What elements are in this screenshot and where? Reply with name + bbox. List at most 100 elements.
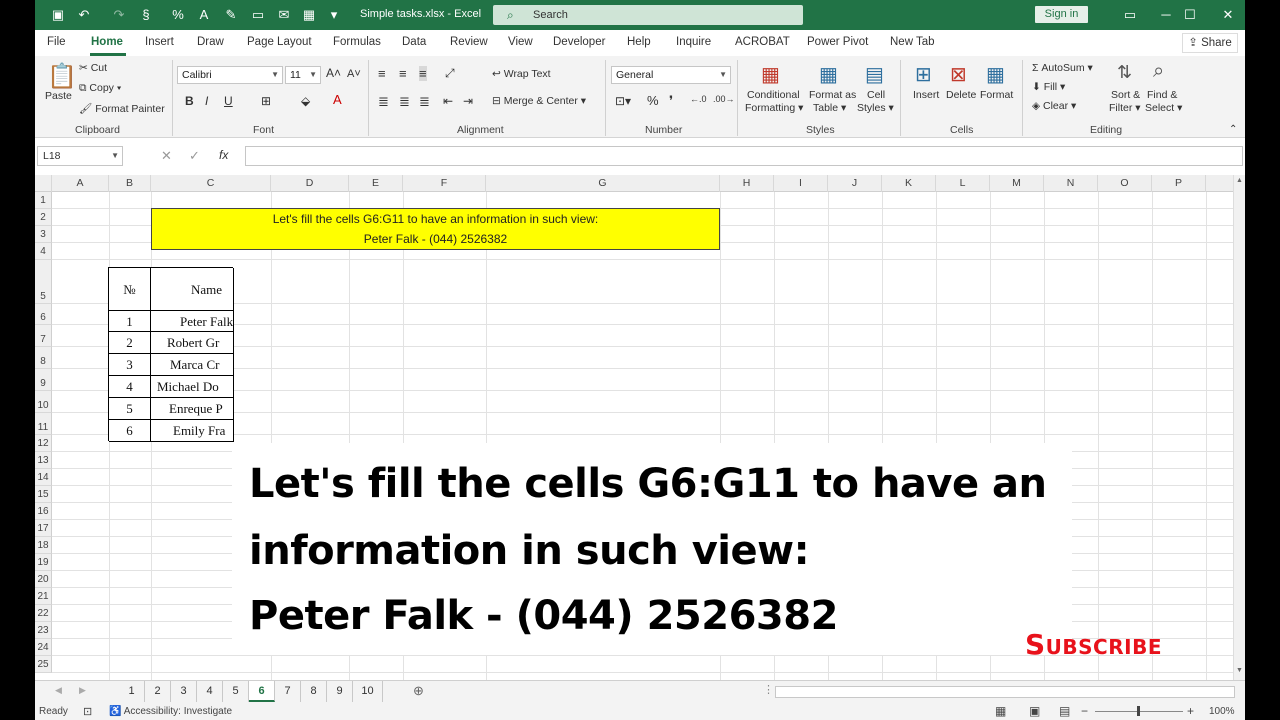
format-as-table-line2[interactable]: Table ▾ bbox=[813, 102, 846, 114]
row-header[interactable]: 14 bbox=[35, 469, 52, 486]
number-format-select[interactable]: General ▼ bbox=[611, 66, 731, 84]
customize-qat-icon[interactable]: ▾ bbox=[325, 6, 343, 24]
vertical-scrollbar[interactable]: ▲ ▼ bbox=[1233, 175, 1245, 680]
tab-help[interactable]: Help bbox=[627, 36, 651, 48]
accessibility-status[interactable]: ♿ Accessibility: Investigate bbox=[109, 706, 232, 717]
align-right-icon[interactable]: ≣ bbox=[419, 94, 430, 110]
tab-file[interactable]: File bbox=[47, 36, 66, 48]
col-header-p[interactable]: P bbox=[1152, 175, 1206, 192]
increase-indent-icon[interactable]: ⇥ bbox=[463, 94, 473, 108]
align-bottom-icon[interactable]: ≡ bbox=[419, 66, 427, 81]
col-header-o[interactable]: O bbox=[1098, 175, 1152, 192]
row-header[interactable]: 9 bbox=[35, 369, 52, 391]
paste-icon[interactable]: 📋 bbox=[47, 62, 77, 91]
name-cell[interactable]: Michael Do bbox=[151, 376, 234, 398]
autosum-button[interactable]: Σ AutoSum ▾ bbox=[1032, 62, 1093, 74]
tab-acrobat[interactable]: ACROBAT bbox=[735, 36, 790, 48]
row-header[interactable]: 11 bbox=[35, 413, 52, 435]
tab-new-tab[interactable]: New Tab bbox=[890, 36, 935, 48]
sheet-tab-6[interactable]: 6 bbox=[249, 681, 275, 702]
align-middle-icon[interactable]: ≡ bbox=[399, 66, 407, 81]
row-number-cell[interactable]: 4 bbox=[109, 376, 151, 398]
tab-page-layout[interactable]: Page Layout bbox=[247, 36, 312, 48]
tab-split-handle[interactable]: ⋮ bbox=[763, 683, 774, 696]
normal-view-icon[interactable]: ▦ bbox=[995, 704, 1006, 718]
row-header[interactable]: 20 bbox=[35, 571, 52, 588]
conditional-formatting-line1[interactable]: Conditional bbox=[747, 89, 800, 101]
row-header[interactable]: 4 bbox=[35, 243, 52, 260]
sheet-tab-9[interactable]: 9 bbox=[327, 681, 353, 702]
format-icon[interactable]: § bbox=[137, 6, 155, 24]
col-header-i[interactable]: I bbox=[774, 175, 828, 192]
tab-home[interactable]: Home bbox=[91, 36, 123, 48]
ribbon-display-icon[interactable]: ▭ bbox=[1115, 5, 1145, 25]
col-header-b[interactable]: B bbox=[109, 175, 151, 192]
find-select-line1[interactable]: Find & bbox=[1147, 89, 1177, 101]
col-header-e[interactable]: E bbox=[349, 175, 403, 192]
zoom-out-icon[interactable]: − bbox=[1081, 704, 1088, 718]
pen-icon[interactable]: ✎ bbox=[222, 6, 240, 24]
name-cell[interactable]: Emily Fra bbox=[151, 420, 234, 442]
row-header[interactable]: 7 bbox=[35, 325, 52, 347]
percent-icon[interactable]: % bbox=[169, 6, 187, 24]
zoom-in-icon[interactable]: + bbox=[1187, 704, 1194, 718]
col-header-a[interactable]: A bbox=[52, 175, 109, 192]
sheet-tab-3[interactable]: 3 bbox=[171, 681, 197, 702]
restore-icon[interactable]: ☐ bbox=[1175, 5, 1205, 25]
align-top-icon[interactable]: ≡ bbox=[378, 66, 386, 81]
next-sheet-icon[interactable]: ▶ bbox=[79, 685, 86, 696]
page-break-view-icon[interactable]: ▤ bbox=[1059, 704, 1070, 718]
formula-input[interactable] bbox=[245, 146, 1243, 166]
tab-insert[interactable]: Insert bbox=[145, 36, 174, 48]
macro-record-icon[interactable]: ⊡ bbox=[83, 705, 92, 718]
name-cell[interactable]: Robert Gr bbox=[151, 332, 234, 354]
share-button[interactable]: ⇪ Share bbox=[1182, 33, 1238, 53]
prev-sheet-icon[interactable]: ◀ bbox=[55, 685, 62, 696]
tab-formulas[interactable]: Formulas bbox=[333, 36, 381, 48]
col-header-f[interactable]: F bbox=[403, 175, 486, 192]
sheet-tab-5[interactable]: 5 bbox=[223, 681, 249, 702]
row-header[interactable]: 13 bbox=[35, 452, 52, 469]
row-number-cell[interactable]: 3 bbox=[109, 354, 151, 376]
accounting-icon[interactable]: ⊡▾ bbox=[615, 94, 631, 108]
row-header[interactable]: 24 bbox=[35, 639, 52, 656]
italic-button[interactable]: I bbox=[205, 94, 208, 108]
tab-inquire[interactable]: Inquire bbox=[676, 36, 711, 48]
row-header[interactable]: 12 bbox=[35, 435, 52, 452]
name-cell[interactable]: Marca Cr bbox=[151, 354, 234, 376]
merge-center-button[interactable]: ⊟ Merge & Center ▾ bbox=[492, 95, 586, 107]
sheet-tab-1[interactable]: 1 bbox=[119, 681, 145, 702]
row-header[interactable]: 6 bbox=[35, 304, 52, 325]
increase-decimal-icon[interactable]: ←.0 bbox=[690, 94, 707, 104]
tab-draw[interactable]: Draw bbox=[197, 36, 224, 48]
horizontal-scrollbar[interactable] bbox=[775, 686, 1235, 698]
row-number-cell[interactable]: 2 bbox=[109, 332, 151, 354]
zoom-level[interactable]: 100% bbox=[1209, 706, 1235, 717]
col-header-d[interactable]: D bbox=[271, 175, 349, 192]
cancel-icon[interactable]: ✕ bbox=[161, 148, 172, 164]
format-painter-button[interactable]: 🖌 Format Painter bbox=[79, 102, 165, 115]
format-as-table-line1[interactable]: Format as bbox=[809, 89, 856, 101]
sheet-tab-10[interactable]: 10 bbox=[353, 681, 383, 702]
scroll-up-icon[interactable]: ▲ bbox=[1236, 177, 1243, 184]
open-folder-icon[interactable]: ▭ bbox=[249, 6, 267, 24]
col-header-k[interactable]: K bbox=[882, 175, 936, 192]
sheet-tab-2[interactable]: 2 bbox=[145, 681, 171, 702]
instruction-banner[interactable]: Let's fill the cells G6:G11 to have an i… bbox=[151, 208, 720, 250]
row-number-cell[interactable]: 1 bbox=[109, 311, 151, 332]
row-header[interactable]: 18 bbox=[35, 537, 52, 554]
decrease-indent-icon[interactable]: ⇤ bbox=[443, 94, 453, 108]
row-header[interactable]: 21 bbox=[35, 588, 52, 605]
redo-icon[interactable]: ↷ bbox=[110, 6, 128, 24]
fill-color-icon[interactable]: ⬙ bbox=[301, 94, 310, 108]
decrease-decimal-icon[interactable]: .00→ bbox=[713, 94, 735, 104]
col-header-c[interactable]: C bbox=[151, 175, 271, 192]
font-color-icon[interactable]: A bbox=[195, 6, 213, 24]
sort-filter-line2[interactable]: Filter ▾ bbox=[1109, 102, 1141, 114]
enter-icon[interactable]: ✓ bbox=[189, 148, 200, 164]
table-icon[interactable]: ▦ bbox=[300, 6, 318, 24]
new-sheet-icon[interactable]: ⊕ bbox=[413, 683, 424, 699]
row-header[interactable]: 3 bbox=[35, 226, 52, 243]
find-select-line2[interactable]: Select ▾ bbox=[1145, 102, 1182, 114]
row-header[interactable]: 16 bbox=[35, 503, 52, 520]
